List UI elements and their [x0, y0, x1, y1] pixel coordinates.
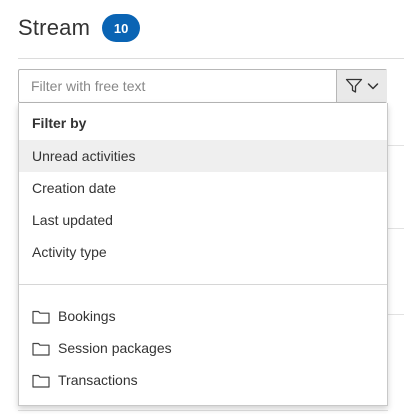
chevron-down-icon	[367, 81, 379, 91]
menu-item-label: Activity type	[32, 244, 107, 260]
header-divider	[18, 58, 404, 59]
count-badge: 10	[102, 14, 141, 42]
filter-funnel-icon	[345, 78, 363, 94]
menu-item-label: Creation date	[32, 180, 117, 196]
menu-item-creation-date[interactable]: Creation date	[19, 172, 387, 204]
background-row-divider	[388, 314, 404, 315]
menu-item-last-updated[interactable]: Last updated	[19, 204, 387, 236]
filter-dropdown: Filter by Unread activities Creation dat…	[18, 103, 388, 406]
menu-item-unread-activities[interactable]: Unread activities	[19, 140, 387, 172]
background-row-divider	[388, 145, 404, 146]
folder-item-label: Session packages	[58, 340, 172, 356]
filter-menu-toggle[interactable]	[336, 70, 387, 102]
folder-item-session-packages[interactable]: Session packages	[19, 332, 387, 364]
folder-icon	[32, 340, 50, 356]
background-row-divider	[388, 228, 404, 229]
page-title: Stream	[18, 15, 91, 40]
dropdown-heading: Filter by	[32, 115, 87, 131]
background-row-divider	[18, 410, 388, 411]
folder-item-label: Transactions	[58, 372, 138, 388]
folder-item-label: Bookings	[58, 308, 116, 324]
dropdown-divider	[19, 284, 387, 285]
folder-item-transactions[interactable]: Transactions	[19, 364, 387, 396]
folder-icon	[32, 372, 50, 388]
folder-item-bookings[interactable]: Bookings	[19, 300, 387, 332]
folder-icon	[32, 308, 50, 324]
filter-bar	[18, 69, 387, 103]
menu-item-activity-type[interactable]: Activity type	[19, 236, 387, 268]
menu-item-label: Last updated	[32, 212, 113, 228]
menu-item-label: Unread activities	[32, 148, 136, 164]
stream-header: Stream 10	[18, 12, 141, 44]
filter-text-input[interactable]	[19, 70, 336, 102]
